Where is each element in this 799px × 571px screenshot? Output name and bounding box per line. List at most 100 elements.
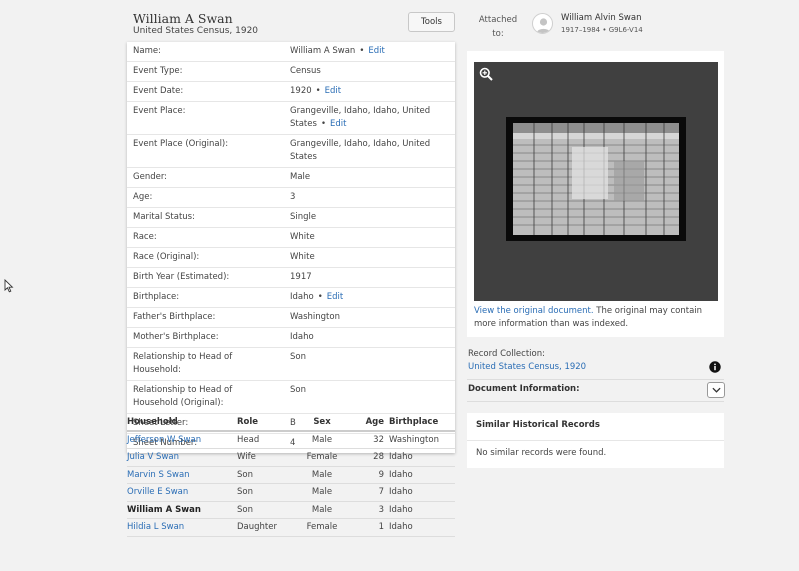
table-row: Marvin S Swan Son Male 9 Idaho	[127, 466, 455, 484]
household-member-name[interactable]: Julia V Swan	[127, 448, 237, 467]
zoom-in-icon[interactable]	[479, 67, 493, 81]
detail-value-cell: Single	[285, 208, 455, 227]
chevron-down-icon	[711, 387, 721, 393]
detail-value: 1917	[290, 272, 312, 282]
view-original-document-link[interactable]: View the original document.	[474, 306, 594, 316]
record-collection-link[interactable]: United States Census, 1920	[468, 362, 586, 372]
attached-person-details: 1917–1984 • G9L6-V14	[561, 26, 643, 34]
detail-value: Grangeville, Idaho, Idaho, United States	[290, 139, 431, 162]
table-row: William A Swan Son Male 3 Idaho	[127, 501, 455, 519]
detail-row: Gender: Male	[127, 168, 455, 188]
detail-row: Birth Year (Estimated): 1917	[127, 268, 455, 288]
detail-value: 1920	[290, 86, 312, 96]
household-member-age: 7	[347, 483, 389, 502]
household-member-role: Son	[237, 483, 297, 502]
detail-row: Father's Birthplace: Washington	[127, 308, 455, 328]
household-member-age: 1	[347, 518, 389, 537]
detail-label: Gender:	[133, 172, 168, 182]
detail-label: Mother's Birthplace:	[133, 332, 219, 342]
detail-value: Idaho	[290, 292, 314, 302]
household-col-name: Household	[127, 414, 237, 432]
detail-row: Race: White	[127, 228, 455, 248]
census-document-thumbnail[interactable]	[506, 117, 686, 241]
household-member-age: 32	[347, 431, 389, 449]
avatar[interactable]	[532, 13, 553, 34]
detail-value-cell: Son	[285, 381, 455, 413]
divider	[467, 440, 724, 441]
detail-label: Event Place:	[133, 106, 186, 116]
household-member-role: Son	[237, 501, 297, 519]
info-icon[interactable]	[709, 361, 721, 373]
detail-label: Birth Year (Estimated):	[133, 272, 230, 282]
detail-label: Event Date:	[133, 86, 184, 96]
edit-link[interactable]: Edit	[368, 46, 384, 56]
detail-value: Single	[290, 212, 317, 222]
detail-value: Census	[290, 66, 321, 76]
household-member-name[interactable]: Jefferson W Swan	[127, 431, 237, 449]
household-member-name[interactable]: Hildia L Swan	[127, 518, 237, 537]
similar-records-card: Similar Historical Records No similar re…	[467, 413, 724, 468]
document-information-label: Document Information:	[468, 384, 580, 394]
detail-value: Washington	[290, 312, 340, 322]
person-silhouette-icon	[536, 18, 551, 33]
bullet-separator: •	[315, 86, 321, 96]
household-header-row: Household Role Sex Age Birthplace	[127, 414, 455, 432]
detail-row: Name: William A Swan • Edit	[127, 42, 455, 62]
detail-value: Grangeville, Idaho, Idaho, United States	[290, 106, 431, 129]
detail-value: Son	[290, 352, 306, 362]
household-member-role: Head	[237, 431, 297, 449]
table-row: Hildia L Swan Daughter Female 1 Idaho	[127, 518, 455, 537]
household-col-birthplace: Birthplace	[389, 414, 455, 432]
detail-row: Age: 3	[127, 188, 455, 208]
detail-value-cell: Idaho • Edit	[285, 288, 455, 307]
detail-label: Birthplace:	[133, 292, 180, 302]
bullet-separator: •	[317, 292, 323, 302]
household-member-sex: Male	[297, 483, 347, 502]
edit-link[interactable]: Edit	[327, 292, 343, 302]
household-member-age: 28	[347, 448, 389, 467]
detail-label: Relationship to Head of Household:	[133, 352, 233, 375]
household-member-role: Wife	[237, 448, 297, 467]
detail-value-cell: 1917	[285, 268, 455, 287]
document-information-toggle-button[interactable]	[707, 382, 725, 398]
image-card: View the original document. The original…	[467, 51, 724, 337]
detail-label: Name:	[133, 46, 161, 56]
household-table: Household Role Sex Age Birthplace Jeffer…	[127, 414, 455, 537]
table-row: Orville E Swan Son Male 7 Idaho	[127, 483, 455, 502]
tools-button[interactable]: Tools	[408, 12, 455, 32]
record-collection-subtitle: United States Census, 1920	[133, 26, 259, 36]
detail-value: 3	[290, 192, 296, 202]
detail-label: Event Type:	[133, 66, 183, 76]
household-col-sex: Sex	[297, 414, 347, 432]
household-member-sex: Male	[297, 466, 347, 484]
attached-person-name[interactable]: William Alvin Swan	[561, 13, 641, 23]
detail-label: Race (Original):	[133, 252, 200, 262]
detail-value: Son	[290, 385, 306, 395]
household-member-age: 9	[347, 466, 389, 484]
table-row: Julia V Swan Wife Female 28 Idaho	[127, 448, 455, 467]
divider	[467, 379, 724, 380]
document-image-viewer[interactable]	[474, 62, 718, 301]
table-row: Jefferson W Swan Head Male 32 Washington	[127, 431, 455, 449]
household-member-name[interactable]: Marvin S Swan	[127, 466, 237, 484]
detail-value: Idaho	[290, 332, 314, 342]
detail-label: Marital Status:	[133, 212, 195, 222]
household-member-birthplace: Idaho	[389, 483, 455, 502]
divider	[467, 401, 724, 402]
detail-value-cell: White	[285, 248, 455, 267]
original-document-note: View the original document. The original…	[474, 306, 703, 329]
detail-label: Race:	[133, 232, 157, 242]
edit-link[interactable]: Edit	[330, 119, 346, 129]
household-col-age: Age	[347, 414, 389, 432]
household-member-name[interactable]: Orville E Swan	[127, 483, 237, 502]
household-member-role: Daughter	[237, 518, 297, 537]
household-member-birthplace: Idaho	[389, 448, 455, 467]
detail-value-cell: 1920 • Edit	[285, 82, 455, 101]
household-member-birthplace: Idaho	[389, 466, 455, 484]
detail-value: Male	[290, 172, 311, 182]
bullet-separator: •	[359, 46, 365, 56]
edit-link[interactable]: Edit	[325, 86, 341, 96]
household-member-sex: Female	[297, 448, 347, 467]
detail-row: Relationship to Head of Household (Origi…	[127, 381, 455, 414]
detail-label: Relationship to Head of Household (Origi…	[133, 385, 233, 408]
